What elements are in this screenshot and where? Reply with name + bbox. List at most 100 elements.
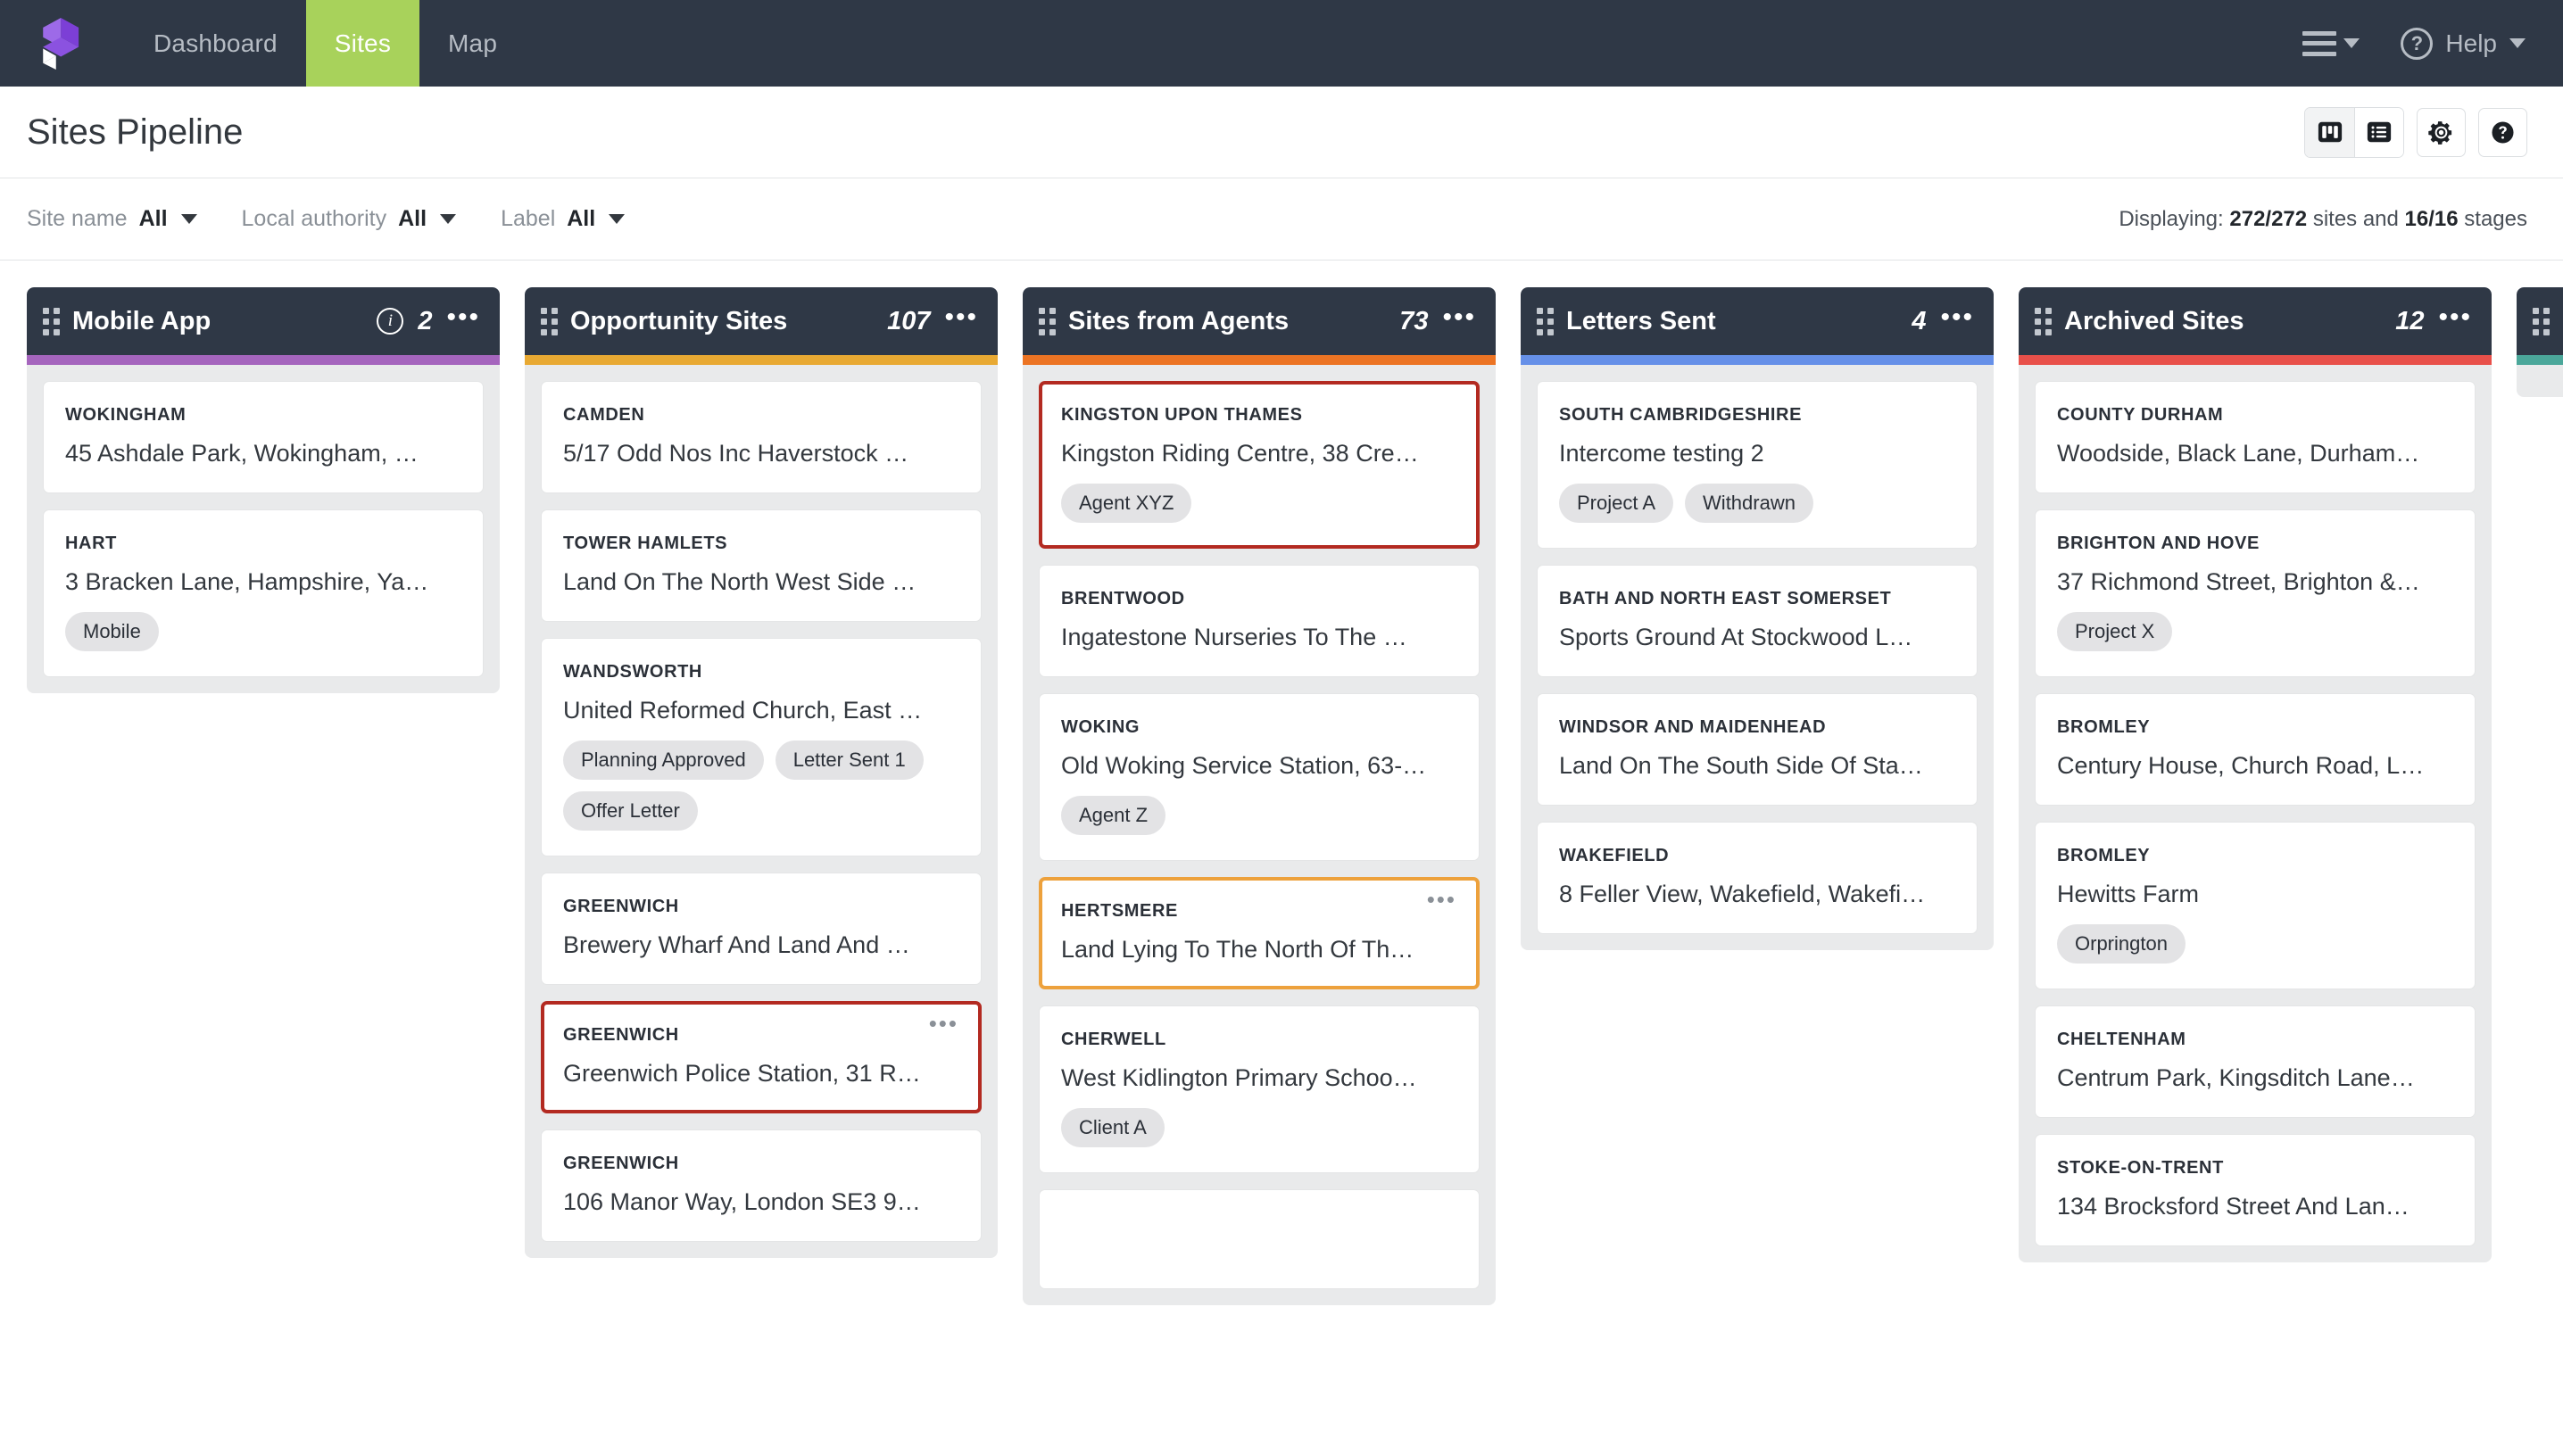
filter-site-name[interactable]: Site name All <box>27 206 197 232</box>
kanban-cube-logo-icon <box>43 17 79 70</box>
site-card[interactable]: BROMLEY Hewitts Farm Orprington <box>2035 822 2476 989</box>
card-local-authority: BROMLEY <box>2057 846 2151 865</box>
card-site-name: Land Lying To The North Of Th… <box>1061 936 1414 963</box>
column-card-count: 107 <box>887 306 931 335</box>
site-card[interactable]: CHERWELL West Kidlington Primary Schoo… Cl… <box>1039 1005 1480 1173</box>
chevron-down-icon <box>609 214 626 224</box>
nav-item-map[interactable]: Map <box>419 0 526 87</box>
main-menu-button[interactable] <box>2302 30 2360 56</box>
card-tag[interactable]: Client A <box>1061 1108 1165 1147</box>
site-card[interactable]: BROMLEY Century House, Church Road, L… <box>2035 693 2476 806</box>
site-card[interactable]: ••• HERTSMERE Land Lying To The North Of T… <box>1039 877 1480 989</box>
settings-button[interactable] <box>2417 107 2466 157</box>
column-options-button[interactable]: ••• <box>446 304 480 333</box>
site-card[interactable]: SOUTH CAMBRIDGESHIRE Intercome testing 2 P… <box>1537 381 1978 549</box>
site-card[interactable]: WAKEFIELD 8 Feller View, Wakefield, Wakef… <box>1537 822 1978 934</box>
column-accent-bar <box>1521 355 1994 365</box>
column-options-button[interactable]: ••• <box>1940 304 1974 333</box>
column-header-column-5 <box>2517 287 2563 355</box>
card-local-authority: HERTSMERE <box>1061 901 1178 921</box>
site-card[interactable]: CHELTENHAM Centrum Park, Kingsditch Lane… <box>2035 1005 2476 1118</box>
site-card[interactable]: HART 3 Bracken Lane, Hampshire, Ya… Mobile <box>43 509 484 677</box>
page-header: Sites Pipeline <box>0 87 2563 178</box>
site-card[interactable]: ••• GREENWICH Greenwich Police Station, 31… <box>541 1001 982 1113</box>
info-icon[interactable]: i <box>377 308 404 335</box>
nav-item-dashboard[interactable]: Dashboard <box>125 0 306 87</box>
card-tag[interactable]: Project A <box>1559 484 1674 523</box>
site-card[interactable]: WANDSWORTH United Reformed Church, East …… <box>541 638 982 856</box>
help-menu-button[interactable]: ? Help <box>2401 27 2526 60</box>
column-title: Mobile App <box>72 306 212 335</box>
column-options-button[interactable]: ••• <box>1442 304 1476 333</box>
card-local-authority: CHERWELL <box>1061 1030 1166 1049</box>
board-view-button[interactable] <box>2305 107 2354 157</box>
displaying-middle: sites and <box>2312 206 2399 231</box>
site-card[interactable]: WOKING Old Woking Service Station, 63-… Ag… <box>1039 693 1480 861</box>
board-column-column-5 <box>2517 287 2563 397</box>
list-view-icon <box>2367 121 2392 143</box>
page-title: Sites Pipeline <box>27 112 244 152</box>
site-card[interactable]: BATH AND NORTH EAST SOMERSET Sports Groun… <box>1537 565 1978 677</box>
site-card[interactable]: WOKINGHAM 45 Ashdale Park, Wokingham, … <box>43 381 484 493</box>
displaying-sites-count: 272/272 <box>2229 206 2308 231</box>
card-tag[interactable]: Agent Z <box>1061 796 1166 835</box>
drag-handle-icon[interactable] <box>541 307 558 335</box>
site-card[interactable]: STOKE-ON-TRENT 134 Brocksford Street And … <box>2035 1134 2476 1246</box>
header-tools <box>2304 106 2527 158</box>
card-local-authority: KINGSTON UPON THAMES <box>1061 405 1303 425</box>
card-options-button[interactable]: ••• <box>929 1012 958 1034</box>
card-site-name: Ingatestone Nurseries To The … <box>1061 624 1407 650</box>
site-card[interactable]: COUNTY DURHAM Woodside, Black Lane, Durha… <box>2035 381 2476 493</box>
nav-item-sites[interactable]: Sites <box>305 0 420 87</box>
site-card[interactable]: BRIGHTON AND HOVE 37 Richmond Street, Bri… <box>2035 509 2476 677</box>
app-logo[interactable] <box>0 0 125 87</box>
site-card[interactable]: GREENWICH Brewery Wharf And Land And … <box>541 873 982 985</box>
card-tag[interactable]: Letter Sent 1 <box>775 740 924 780</box>
filter-label[interactable]: Label All <box>501 206 626 232</box>
card-options-button[interactable]: ••• <box>1427 888 1456 910</box>
filter-local-authority[interactable]: Local authority All <box>242 206 457 232</box>
question-circle-icon: ? <box>2401 27 2434 60</box>
filter-local-authority-label: Local authority <box>241 206 387 231</box>
list-view-button[interactable] <box>2354 107 2403 157</box>
drag-handle-icon[interactable] <box>43 307 60 335</box>
site-card[interactable] <box>1039 1189 1480 1289</box>
column-options-button[interactable]: ••• <box>944 304 978 333</box>
card-tag-list: Orprington <box>2057 924 2453 964</box>
chevron-down-icon <box>180 214 197 224</box>
card-tag[interactable]: Agent XYZ <box>1061 484 1192 523</box>
filter-site-name-label: Site name <box>27 206 128 231</box>
column-title: Sites from Agents <box>1068 306 1290 335</box>
site-card[interactable]: WINDSOR AND MAIDENHEAD Land On The South … <box>1537 693 1978 806</box>
card-tag[interactable]: Planning Approved <box>563 740 764 780</box>
site-card[interactable]: TOWER HAMLETS Land On The North West Side… <box>541 509 982 622</box>
site-card[interactable]: CAMDEN 5/17 Odd Nos Inc Haverstock … <box>541 381 982 493</box>
site-card[interactable]: BRENTWOOD Ingatestone Nurseries To The … <box>1039 565 1480 677</box>
column-options-button[interactable]: ••• <box>2438 304 2472 333</box>
drag-handle-icon[interactable] <box>1039 307 1056 335</box>
card-site-name: West Kidlington Primary Schoo… <box>1061 1064 1417 1091</box>
drag-handle-icon[interactable] <box>1537 307 1554 335</box>
card-site-name: 37 Richmond Street, Brighton &… <box>2057 568 2420 595</box>
column-meta: i 2 ••• <box>377 304 480 336</box>
drag-handle-icon[interactable] <box>2035 307 2052 335</box>
drag-handle-icon[interactable] <box>2533 307 2550 335</box>
hamburger-menu-icon <box>2302 30 2337 56</box>
card-site-name: United Reformed Church, East … <box>563 697 923 724</box>
card-site-name: 8 Feller View, Wakefield, Wakefi… <box>1559 881 1926 907</box>
site-card[interactable]: KINGSTON UPON THAMES Kingston Riding Cent… <box>1039 381 1480 549</box>
card-local-authority: WOKINGHAM <box>65 405 187 425</box>
card-tag[interactable]: Offer Letter <box>563 791 698 831</box>
card-tag[interactable]: Orprington <box>2057 924 2186 964</box>
filter-bar: Site name All Local authority All Label … <box>0 178 2563 261</box>
card-tag[interactable]: Mobile <box>65 612 159 651</box>
card-tag[interactable]: Withdrawn <box>1685 484 1813 523</box>
column-meta: 73 ••• <box>1399 304 1476 336</box>
site-card[interactable]: GREENWICH 106 Manor Way, London SE3 9… <box>541 1129 982 1242</box>
help-button[interactable] <box>2478 107 2527 157</box>
card-site-name: Centrum Park, Kingsditch Lane… <box>2057 1064 2415 1091</box>
column-meta: 4 ••• <box>1912 304 1974 336</box>
card-site-name: Woodside, Black Lane, Durham… <box>2057 440 2420 467</box>
card-tag[interactable]: Project X <box>2057 612 2173 651</box>
column-card-list: WOKINGHAM 45 Ashdale Park, Wokingham, … HA… <box>27 365 500 693</box>
